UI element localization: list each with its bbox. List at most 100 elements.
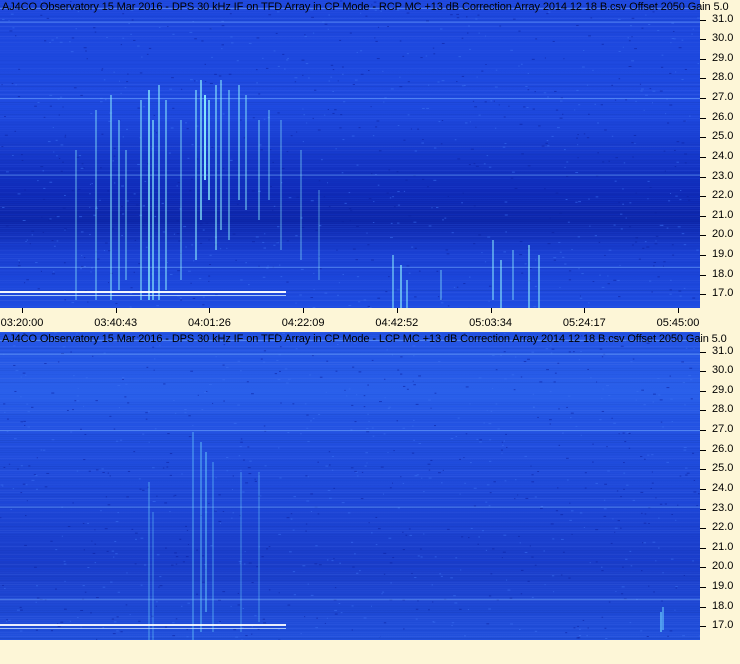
y-tick-label: 26.0 (712, 442, 734, 455)
burst-streak (125, 150, 127, 280)
x-tick-mark (490, 308, 492, 313)
x-tick-mark (209, 308, 211, 313)
burst-streak (258, 472, 260, 622)
y-tick-mark (700, 567, 706, 569)
burst-streak (268, 110, 270, 200)
rcp-spectrogram (0, 0, 700, 308)
burst-streak (512, 250, 514, 300)
burst-streak (300, 150, 302, 260)
burst-streak (660, 612, 662, 632)
x-tick-label: 03:20:00 (0, 317, 44, 329)
lcp-panel: AJ4CO Observatory 15 Mar 2016 - DPS 30 k… (0, 332, 740, 664)
y-tick-label: 22.0 (712, 189, 734, 202)
y-tick-label: 31.0 (712, 12, 734, 25)
x-tick-label: 04:01:26 (188, 317, 231, 329)
y-tick-label: 17.0 (712, 619, 734, 632)
y-tick-label: 27.0 (712, 423, 734, 436)
burst-streak (500, 260, 502, 308)
burst-streak (238, 85, 240, 200)
y-tick-mark (700, 117, 706, 119)
x-tick-label: 05:03:34 (469, 317, 512, 329)
y-tick-mark (700, 196, 706, 198)
x-tick-label: 05:45:00 (656, 317, 700, 329)
x-tick-mark (22, 308, 23, 313)
y-tick-label: 19.0 (712, 248, 734, 261)
y-tick-mark (700, 528, 706, 530)
y-tick-mark (700, 587, 706, 589)
burst-streak (245, 95, 247, 210)
y-tick-mark (700, 156, 706, 158)
rcp-time-axis: 03:20:00 03:40:43 04:01:26 04:22:09 04:42:52… (0, 308, 740, 330)
y-tick-mark (700, 410, 706, 412)
y-tick-label: 24.0 (712, 481, 734, 494)
rcp-panel: AJ4CO Observatory 15 Mar 2016 - DPS 30 k… (0, 0, 740, 330)
burst-streak (180, 120, 182, 280)
burst-streak (148, 482, 150, 640)
burst-streak (400, 265, 402, 308)
rcp-spectrogram-svg (0, 0, 700, 308)
y-tick-label: 23.0 (712, 169, 734, 182)
burst-streak (200, 442, 202, 632)
y-tick-mark (700, 294, 706, 296)
x-tick-mark (584, 308, 586, 313)
lcp-title: AJ4CO Observatory 15 Mar 2016 - DPS 30 k… (2, 333, 727, 345)
x-tick-mark (303, 308, 305, 313)
y-tick-label: 29.0 (712, 383, 734, 396)
burst-streak (280, 120, 282, 250)
burst-streak (406, 280, 408, 308)
y-tick-label: 23.0 (712, 501, 734, 514)
x-tick-label: 04:42:52 (375, 317, 419, 329)
y-tick-label: 28.0 (712, 403, 734, 416)
x-tick-label: 05:24:17 (562, 317, 606, 329)
burst-streak (662, 607, 664, 630)
y-tick-label: 19.0 (712, 580, 734, 593)
lcp-spectrogram-svg (0, 332, 700, 640)
y-tick-label: 25.0 (712, 462, 734, 475)
y-tick-mark (700, 508, 706, 510)
y-tick-label: 26.0 (712, 110, 734, 123)
y-tick-label: 31.0 (712, 344, 734, 357)
y-tick-label: 21.0 (712, 208, 734, 221)
y-tick-mark (700, 58, 706, 60)
burst-streak (212, 462, 214, 632)
y-tick-mark (700, 78, 706, 80)
burst-streak (208, 100, 210, 200)
burst-streak (528, 245, 530, 308)
burst-streak (200, 80, 202, 220)
y-tick-label: 30.0 (712, 364, 734, 377)
y-tick-label: 20.0 (712, 560, 734, 573)
burst-streak (204, 95, 206, 180)
x-tick-label: 04:22:09 (281, 317, 325, 329)
marker-line (0, 624, 286, 626)
y-tick-label: 21.0 (712, 540, 734, 553)
marker-line (0, 291, 286, 293)
y-tick-label: 29.0 (712, 51, 734, 64)
burst-streak (158, 85, 160, 300)
y-tick-label: 27.0 (712, 91, 734, 104)
burst-streak (318, 190, 320, 280)
y-tick-mark (700, 606, 706, 608)
burst-streak (205, 452, 207, 612)
burst-streak (440, 270, 442, 300)
y-tick-label: 18.0 (712, 599, 734, 612)
burst-streak (110, 95, 112, 300)
y-tick-mark (700, 430, 706, 432)
y-tick-mark (700, 215, 706, 217)
y-tick-mark (700, 274, 706, 276)
burst-streak (75, 150, 77, 300)
y-tick-label: 22.0 (712, 521, 734, 534)
y-tick-label: 17.0 (712, 287, 734, 300)
y-tick-mark (700, 488, 706, 490)
y-tick-mark (700, 469, 706, 471)
rcp-frequency-axis: 31.0 30.0 29.0 28.0 27.0 26.0 25.0 24.0 23.0 22.0… (700, 0, 740, 308)
y-tick-mark (700, 255, 706, 257)
burst-streak (538, 255, 540, 308)
y-tick-mark (700, 235, 706, 237)
burst-streak (258, 120, 260, 220)
y-tick-mark (700, 176, 706, 178)
burst-streak (220, 80, 222, 230)
y-tick-mark (700, 547, 706, 549)
x-tick-mark (678, 308, 679, 313)
y-tick-label: 30.0 (712, 32, 734, 45)
y-tick-mark (700, 39, 706, 41)
